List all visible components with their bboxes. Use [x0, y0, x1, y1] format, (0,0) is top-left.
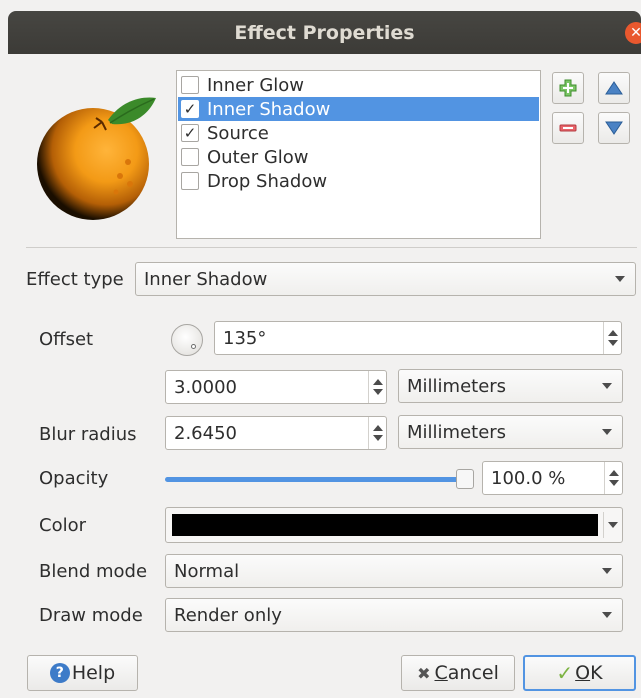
effect-type-value: Inner Shadow: [144, 268, 268, 290]
check-icon: ✓: [556, 661, 574, 685]
cancel-label: ancel: [447, 662, 499, 684]
chevron-down-icon: [602, 429, 612, 435]
offset-distance-value: 3.0000: [174, 376, 237, 398]
effect-checkbox[interactable]: [181, 76, 199, 94]
effect-checkbox[interactable]: ✓: [181, 124, 199, 142]
effect-label: Outer Glow: [207, 146, 309, 168]
dial-knob-icon: [191, 344, 196, 349]
spin-up-icon[interactable]: [373, 379, 383, 385]
blur-radius-label: Blur radius: [39, 424, 137, 445]
spin-down-icon[interactable]: [609, 480, 619, 486]
effect-label: Drop Shadow: [207, 170, 328, 192]
spin-up-icon[interactable]: [608, 330, 618, 336]
effect-label: Inner Shadow: [207, 98, 331, 120]
add-icon: [559, 79, 577, 97]
blend-mode-value: Normal: [174, 560, 240, 582]
blur-unit-select[interactable]: Millimeters: [398, 415, 623, 449]
draw-mode-value: Render only: [174, 604, 282, 626]
move-down-button[interactable]: [598, 112, 630, 144]
draw-mode-select[interactable]: Render only: [165, 598, 623, 632]
effect-type-select[interactable]: Inner Shadow: [135, 262, 636, 296]
offset-distance-input[interactable]: 3.0000: [165, 370, 387, 404]
effect-item-drop-shadow[interactable]: Drop Shadow: [178, 169, 539, 193]
opacity-slider-track[interactable]: [165, 477, 467, 482]
offset-angle-value: 135°: [223, 327, 267, 349]
effect-checkbox[interactable]: ✓: [181, 100, 199, 118]
window-title: Effect Properties: [234, 21, 415, 44]
effect-item-outer-glow[interactable]: Outer Glow: [178, 145, 539, 169]
offset-label: Offset: [39, 329, 94, 350]
spinner-buttons[interactable]: [368, 371, 386, 403]
spinner-buttons[interactable]: [368, 417, 386, 449]
blur-radius-value: 2.6450: [174, 422, 237, 444]
effects-list[interactable]: Inner Glow ✓ Inner Shadow ✓ Source Outer…: [176, 70, 541, 239]
offset-unit-select[interactable]: Millimeters: [398, 369, 623, 403]
opacity-input[interactable]: 100.0 %: [482, 461, 623, 495]
opacity-slider-handle[interactable]: [456, 469, 474, 489]
color-picker-button[interactable]: [165, 507, 623, 543]
spinner-buttons[interactable]: [603, 322, 621, 354]
spin-up-icon[interactable]: [609, 470, 619, 476]
cancel-icon: ✖: [417, 663, 431, 683]
effect-item-inner-glow[interactable]: Inner Glow: [178, 73, 539, 97]
effect-properties-dialog: Inner Glow ✓ Inner Shadow ✓ Source Outer…: [8, 54, 641, 698]
effect-checkbox[interactable]: [181, 148, 199, 166]
help-button[interactable]: ? Help: [27, 655, 138, 691]
chevron-down-icon: [615, 276, 625, 282]
opacity-value: 100.0 %: [491, 467, 566, 489]
spin-down-icon[interactable]: [608, 340, 618, 346]
help-label: Help: [71, 662, 116, 684]
effect-item-source[interactable]: ✓ Source: [178, 121, 539, 145]
blur-radius-input[interactable]: 2.6450: [165, 416, 387, 450]
cancel-label-mnemonic: C: [434, 662, 448, 684]
color-swatch: [172, 514, 598, 536]
ok-label: K: [590, 662, 603, 684]
arrow-down-icon: [605, 121, 623, 135]
spin-down-icon[interactable]: [373, 389, 383, 395]
add-effect-button[interactable]: [552, 72, 584, 104]
arrow-up-icon: [605, 81, 623, 95]
chevron-down-icon: [602, 612, 612, 618]
offset-angle-dial[interactable]: [171, 324, 203, 356]
offset-unit-value: Millimeters: [407, 375, 507, 397]
blur-unit-value: Millimeters: [407, 421, 507, 443]
chevron-down-icon[interactable]: [608, 522, 618, 528]
offset-angle-input[interactable]: 135°: [214, 321, 622, 355]
color-divider: [603, 512, 604, 538]
remove-effect-button[interactable]: [552, 112, 584, 144]
blend-mode-label: Blend mode: [39, 561, 148, 582]
spinner-buttons[interactable]: [604, 462, 622, 494]
spin-down-icon[interactable]: [373, 435, 383, 441]
chevron-down-icon: [602, 568, 612, 574]
effect-item-inner-shadow[interactable]: ✓ Inner Shadow: [178, 97, 539, 121]
draw-mode-label: Draw mode: [39, 605, 143, 626]
spin-up-icon[interactable]: [373, 425, 383, 431]
effect-label: Inner Glow: [207, 74, 305, 96]
move-up-button[interactable]: [598, 72, 630, 104]
effect-checkbox[interactable]: [181, 172, 199, 190]
color-label: Color: [39, 515, 86, 536]
effect-label: Source: [207, 122, 269, 144]
help-icon: ?: [49, 663, 70, 683]
chevron-down-icon: [602, 383, 612, 389]
effect-type-label: Effect type: [26, 269, 124, 290]
close-icon: ✕: [630, 25, 641, 41]
opacity-label: Opacity: [39, 468, 109, 489]
orange-fruit-icon: [37, 97, 156, 220]
ok-button[interactable]: ✓ OK: [523, 655, 636, 691]
divider: [26, 247, 637, 248]
cancel-button[interactable]: ✖ Cancel: [401, 655, 515, 691]
title-bar: Effect Properties ✕: [8, 11, 641, 54]
close-button[interactable]: ✕: [625, 22, 641, 44]
ok-label-mnemonic: O: [575, 662, 591, 684]
remove-icon: [559, 124, 577, 132]
blend-mode-select[interactable]: Normal: [165, 554, 623, 588]
